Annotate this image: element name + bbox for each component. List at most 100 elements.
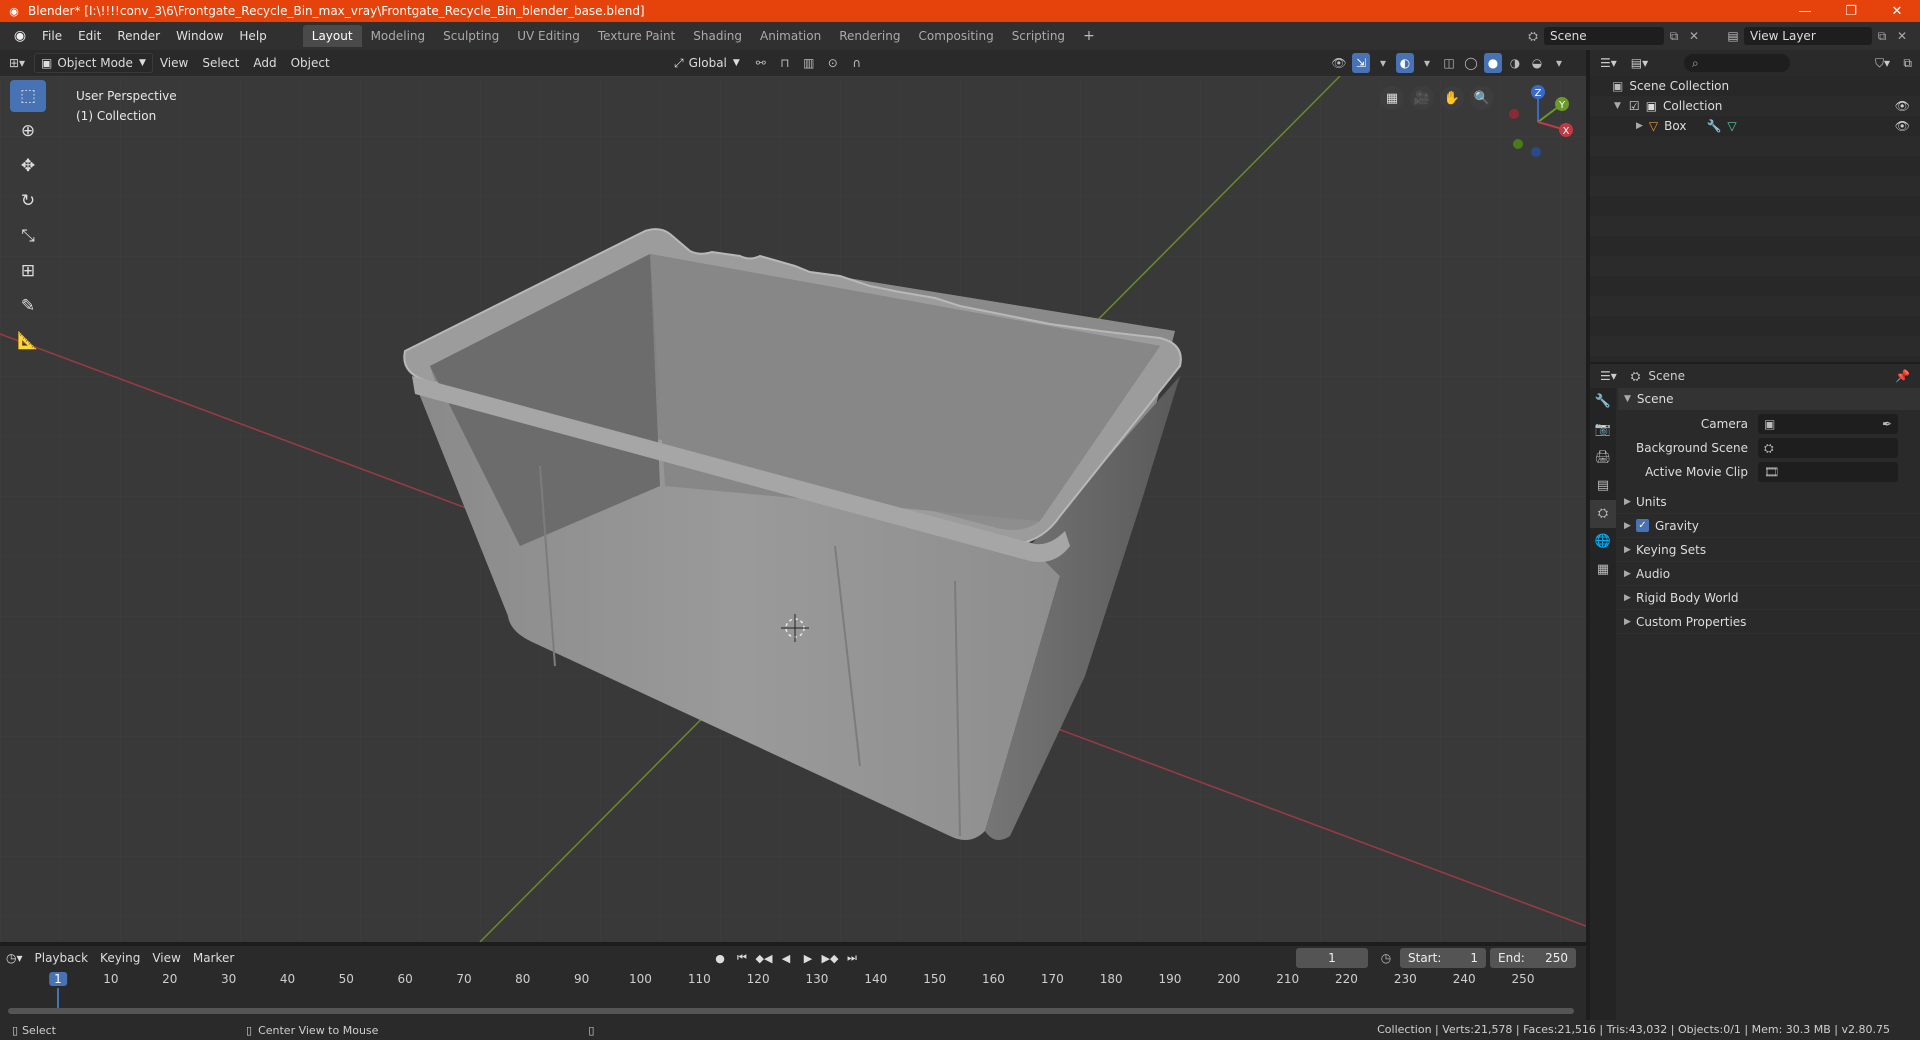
view-layer-field[interactable]: View Layer [1744,27,1872,45]
measure-icon[interactable]: 📐 [10,325,46,357]
view-layer-tab-icon[interactable]: ▤ [1590,472,1616,500]
select-box-icon[interactable]: ⬚ [10,80,46,112]
view-layer-icon[interactable]: ▤ [1722,29,1744,43]
next-keyframe-icon[interactable]: ▶◆ [820,948,840,968]
outliner-row-scene-collection[interactable]: ▣ Scene Collection [1590,76,1920,96]
rendered-shading-icon[interactable]: ◒ [1528,53,1546,73]
navigation-gizmo[interactable]: Z Y X [1500,82,1580,162]
delete-view-layer-icon[interactable]: ✕ [1892,29,1912,43]
pin-icon[interactable]: 📌 [1895,369,1910,383]
subpanel-keying-sets[interactable]: ▶ Keying Sets [1618,538,1920,562]
outliner-row-box[interactable]: ▶ ▽ Box 🔧 ▽ 👁 [1590,116,1920,136]
editor-type-icon[interactable]: ⊞▾ [0,56,34,70]
new-scene-icon[interactable]: ⧉ [1664,29,1684,44]
output-tab-icon[interactable]: 🖨 [1590,444,1616,472]
subpanel-audio[interactable]: ▶ Audio [1618,562,1920,586]
transform-icon[interactable]: ⊞ [10,255,46,287]
shading-dropdown-icon[interactable]: ▾ [1550,53,1568,73]
menu-window[interactable]: Window [168,22,231,50]
3d-viewport[interactable]: User Perspective (1) Collection ⬚ ⊕ ✥ ↻ … [0,76,1586,942]
menu-timeline-view[interactable]: View [146,951,186,965]
menu-object[interactable]: Object [284,56,337,70]
jump-end-icon[interactable]: ⏭ [842,948,862,968]
scale-icon[interactable]: ⤡ [10,220,46,252]
cursor-icon[interactable]: ⊕ [10,115,46,147]
overlay-dropdown-icon[interactable]: ▾ [1418,53,1436,73]
menu-view[interactable]: View [153,56,195,70]
display-mode-icon[interactable]: ▤▾ [1631,56,1648,70]
subpanel-gravity[interactable]: ▶ ✓ Gravity [1618,514,1920,538]
movie-clip-field[interactable]: 🎞 [1758,462,1898,482]
menu-edit[interactable]: Edit [70,22,109,50]
blender-menu-icon[interactable]: ◉ [8,26,32,46]
filter-icon[interactable]: ⛉▾ [1875,56,1890,71]
expand-arrow-icon[interactable]: ▶ [1636,121,1643,131]
gizmo-dropdown-icon[interactable]: ▾ [1374,53,1392,73]
gizmo-toggle-icon[interactable]: ⇲ [1352,53,1370,73]
expand-arrow-icon[interactable]: ▼ [1614,101,1621,111]
tab-modeling[interactable]: Modeling [362,25,435,47]
tab-scripting[interactable]: Scripting [1003,25,1074,47]
maximize-button[interactable]: ❐ [1828,0,1874,22]
annotate-icon[interactable]: ✎ [10,290,46,322]
subpanel-custom-properties[interactable]: ▶ Custom Properties [1618,610,1920,634]
prev-keyframe-icon[interactable]: ◆◀ [754,948,774,968]
render-tab-icon[interactable]: 📷 [1590,416,1616,444]
frame-ruler[interactable]: 1 10 20 30 40 50 60 70 80 90 100 110 120 130 140 150 160… [0,972,1586,990]
camera-view-icon[interactable]: 🎥 [1410,86,1434,110]
pan-hand-icon[interactable]: ✋ [1440,86,1464,110]
solid-shading-icon[interactable]: ● [1484,53,1502,73]
rotate-icon[interactable]: ↻ [10,185,46,217]
tab-animation[interactable]: Animation [751,25,830,47]
visibility-eye-icon[interactable]: 👁 [1895,119,1910,133]
start-frame-field[interactable]: Start: 1 [1400,948,1486,968]
end-frame-field[interactable]: End: 250 [1490,948,1576,968]
menu-render[interactable]: Render [109,22,168,50]
falloff-icon[interactable]: ∩ [848,53,866,73]
tab-texture-paint[interactable]: Texture Paint [589,25,684,47]
tab-compositing[interactable]: Compositing [909,25,1002,47]
record-icon[interactable]: ● [710,948,730,968]
toggle-grid-icon[interactable]: ▦ [1380,86,1404,110]
menu-marker[interactable]: Marker [187,951,240,965]
camera-field[interactable]: ▣ ✒ [1758,414,1898,434]
tab-layout[interactable]: Layout [302,25,362,47]
menu-select[interactable]: Select [195,56,246,70]
world-tab-icon[interactable]: 🌐 [1590,528,1616,556]
timeline-editor-icon[interactable]: ◷▾ [0,951,29,965]
subpanel-rigid-body-world[interactable]: ▶ Rigid Body World [1618,586,1920,610]
material-shading-icon[interactable]: ◑ [1506,53,1524,73]
tab-rendering[interactable]: Rendering [830,25,909,47]
mode-dropdown[interactable]: ▣ Object Mode ▼ [34,53,153,73]
play-icon[interactable]: ▶ [798,948,818,968]
background-scene-field[interactable]: ⛭ [1758,438,1898,458]
scene-icon[interactable]: ⛭ [1522,29,1544,44]
close-button[interactable]: ✕ [1874,0,1920,22]
properties-editor-icon[interactable]: ☰▾ [1600,369,1617,383]
tab-sculpting[interactable]: Sculpting [434,25,508,47]
outliner-editor-icon[interactable]: ☰▾ [1600,56,1617,70]
current-frame-field[interactable]: 1 [1296,948,1368,968]
mesh-data-icon[interactable]: ▽ [1727,119,1736,133]
new-view-layer-icon[interactable]: ⧉ [1872,29,1892,44]
outliner-search-input[interactable]: ⌕ [1684,54,1790,72]
new-collection-icon[interactable]: ⧉ [1903,56,1912,71]
menu-add[interactable]: Add [246,56,283,70]
timeline-body[interactable]: 1 10 20 30 40 50 60 70 80 90 100 110 120 130 140 150 160… [0,970,1586,1022]
delete-scene-icon[interactable]: ✕ [1684,29,1704,43]
zoom-icon[interactable]: 🔍 [1470,86,1494,110]
add-workspace-icon[interactable]: + [1074,25,1104,47]
menu-keying[interactable]: Keying [94,951,146,965]
visibility-eye-icon[interactable]: 👁 [1895,99,1910,113]
orientation-dropdown[interactable]: ⤢ Global ▼ [668,53,746,73]
gravity-checkbox[interactable]: ✓ [1636,519,1649,532]
menu-file[interactable]: File [34,22,70,50]
texture-tab-icon[interactable]: ▦ [1590,556,1616,584]
tool-tab-icon[interactable]: 🔧 [1590,388,1616,416]
eyedropper-icon[interactable]: ✒ [1882,417,1892,431]
subpanel-units[interactable]: ▶ Units [1618,490,1920,514]
snap-target-icon[interactable]: ▥ [800,53,818,73]
visibility-icon[interactable]: 👁 [1330,53,1348,73]
scene-panel-header[interactable]: ▼ Scene [1618,388,1920,410]
snap-icon[interactable]: ⊓ [776,53,794,73]
